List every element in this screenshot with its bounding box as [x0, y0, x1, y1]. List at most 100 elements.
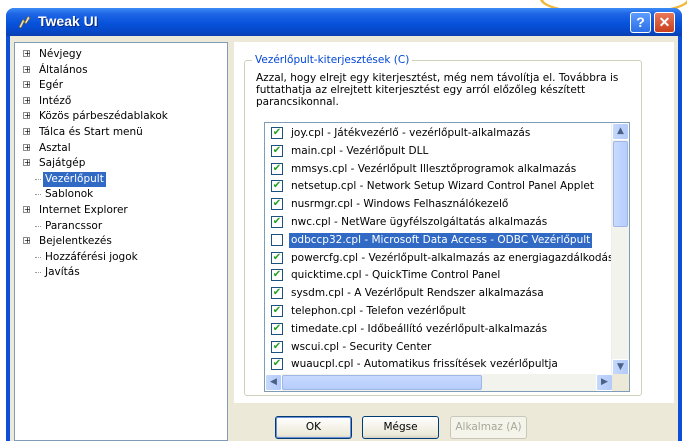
tree-item[interactable]: Hozzáférési jogok: [15, 250, 227, 265]
window-title: Tweak UI: [38, 13, 98, 29]
tree-connector: [35, 225, 41, 227]
extension-checkbox[interactable]: ✔: [271, 305, 283, 317]
expand-icon[interactable]: +: [23, 50, 31, 58]
extension-checkbox[interactable]: ✔: [271, 180, 283, 193]
tree-item[interactable]: + Internet Explorer: [15, 203, 227, 218]
list-item[interactable]: ✔ joy.cpl - Játékvezérlő - vezérlőpult-al…: [265, 125, 613, 142]
scroll-left-button[interactable]: ◀: [265, 374, 282, 391]
close-button[interactable]: ✕: [654, 12, 675, 33]
extension-checkbox[interactable]: ✔: [271, 127, 283, 139]
tree-item[interactable]: + Egér: [15, 78, 227, 93]
expand-icon[interactable]: +: [23, 96, 31, 104]
extensions-list[interactable]: ✔ joy.cpl - Játékvezérlő - vezérlőpult-al…: [264, 122, 630, 392]
tree-item[interactable]: Javítás: [15, 265, 227, 280]
tree-item[interactable]: Vezérlőpult: [15, 171, 227, 187]
vertical-scroll-thumb[interactable]: [613, 141, 628, 227]
horizontal-scroll-thumb[interactable]: [282, 375, 482, 390]
category-tree[interactable]: + Névjegy + Általános + Egér + Intéző + Közös pár…: [14, 42, 228, 441]
tree-item-label: Egér: [39, 79, 64, 92]
chevron-up-icon: ▲: [617, 126, 624, 136]
expand-icon[interactable]: +: [23, 65, 31, 73]
list-item[interactable]: ✔ wscui.cpl - Security Center: [265, 339, 613, 356]
list-item-label: powercfg.cpl - Vezérlőpult-alkalmazás az…: [291, 251, 630, 264]
chevron-down-icon: ▼: [617, 362, 624, 372]
list-item[interactable]: ✔ telephon.cpl - Telefon vezérlőpult: [265, 303, 613, 320]
expand-icon[interactable]: +: [23, 128, 31, 136]
tweak-ui-app-icon: [18, 15, 31, 29]
title-bar[interactable]: Tweak UI ? ✕: [6, 8, 682, 36]
extension-checkbox[interactable]: ✔: [271, 162, 283, 175]
extension-checkbox[interactable]: ✔: [271, 251, 283, 264]
horizontal-scrollbar[interactable]: ◀ ▶: [265, 374, 613, 391]
tree-item-label: Sablonok: [45, 188, 94, 201]
tree-connector: [35, 256, 41, 258]
extension-checkbox[interactable]: [271, 233, 283, 246]
tree-item[interactable]: + Bejelentkezés: [15, 234, 227, 249]
list-item-label: timedate.cpl - Időbeállító vezérlőpult-a…: [291, 322, 548, 335]
vertical-scrollbar[interactable]: ▲ ▼: [611, 123, 629, 376]
scroll-up-button[interactable]: ▲: [612, 123, 629, 140]
tree-item[interactable]: Sablonok: [15, 187, 227, 202]
cancel-button[interactable]: Mégse: [362, 416, 439, 439]
chevron-left-icon: ◀: [270, 377, 277, 387]
apply-button[interactable]: Alkalmaz (A): [450, 416, 527, 439]
tweak-ui-window: Tweak UI ? ✕ + Névjegy + Általános + Egér + Int…: [6, 8, 682, 441]
list-item[interactable]: ✔ powercfg.cpl - Vezérlőpult-alkalmazás a…: [265, 250, 629, 267]
help-button[interactable]: ?: [630, 12, 651, 33]
extension-checkbox[interactable]: ✔: [271, 144, 283, 157]
tree-item[interactable]: + Tálca és Start menü: [15, 125, 227, 140]
expand-icon[interactable]: +: [23, 81, 31, 89]
tree-item[interactable]: + Közös párbeszédablakok: [15, 109, 227, 124]
list-item-label: odbccp32.cpl - Microsoft Data Access - O…: [289, 232, 593, 248]
scroll-right-button[interactable]: ▶: [596, 374, 613, 391]
extension-checkbox[interactable]: ✔: [271, 216, 283, 228]
tree-item-label: Intéző: [39, 94, 72, 107]
tree-item-label: Sajátgép: [39, 157, 86, 170]
extension-checkbox[interactable]: ✔: [271, 340, 283, 353]
tree-item-label: Javítás: [45, 266, 80, 279]
list-item[interactable]: ✔ nwc.cpl - NetWare ügyfélszolgáltatás al…: [265, 214, 613, 231]
expand-icon[interactable]: +: [23, 112, 31, 120]
list-item[interactable]: ✔ main.cpl - Vezérlőpult DLL: [265, 143, 613, 160]
extension-checkbox[interactable]: ✔: [271, 287, 283, 300]
extension-checkbox[interactable]: ✔: [271, 198, 283, 211]
expand-icon[interactable]: +: [23, 206, 31, 214]
extension-checkbox[interactable]: ✔: [271, 322, 283, 335]
scrollbar-corner: [612, 374, 629, 391]
extension-checkbox[interactable]: ✔: [271, 358, 283, 371]
expand-icon[interactable]: +: [23, 237, 31, 245]
tree-item[interactable]: + Sajátgép: [15, 156, 227, 171]
list-item-label: nwc.cpl - NetWare ügyfélszolgáltatás alk…: [291, 216, 548, 228]
list-item-label: wuaucpl.cpl - Automatikus frissítések ve…: [291, 358, 558, 371]
list-item[interactable]: odbccp32.cpl - Microsoft Data Access - O…: [265, 232, 613, 249]
ok-button[interactable]: OK: [275, 416, 352, 439]
tree-item-label: Vezérlőpult: [43, 171, 106, 187]
expand-icon[interactable]: +: [23, 143, 31, 151]
list-item[interactable]: ✔ wuaucpl.cpl - Automatikus frissítések v…: [265, 356, 613, 373]
tree-item-label: Általános: [39, 63, 88, 76]
tree-item-label: Parancssor: [45, 219, 103, 232]
list-item[interactable]: ✔ sysdm.cpl - A Vezérlőpult Rendszer alka…: [265, 285, 613, 302]
tree-item[interactable]: + Általános: [15, 63, 227, 78]
tree-item[interactable]: + Intéző: [15, 94, 227, 109]
dialog-client-area: + Névjegy + Általános + Egér + Intéző + Közös pár…: [10, 36, 678, 441]
list-item-label: main.cpl - Vezérlőpult DLL: [291, 144, 429, 157]
groupbox-title: Vezérlőpult-kiterjesztések (C): [252, 54, 413, 66]
list-item[interactable]: ✔ timedate.cpl - Időbeállító vezérlőpult-…: [265, 321, 613, 338]
expand-icon[interactable]: +: [23, 159, 31, 167]
list-item[interactable]: ✔ mmsys.cpl - Vezérlőpult Illesztőprogram…: [265, 161, 613, 178]
tree-connector: [35, 272, 41, 274]
tree-item-label: Asztal: [39, 141, 71, 154]
list-item-label: joy.cpl - Játékvezérlő - vezérlőpult-alk…: [291, 127, 531, 139]
list-item[interactable]: ✔ quicktime.cpl - QuickTime Control Panel: [265, 267, 613, 284]
tree-item-label: Névjegy: [39, 48, 82, 60]
list-item[interactable]: ✔ netsetup.cpl - Network Setup Wizard Con…: [265, 178, 613, 195]
tree-item[interactable]: + Névjegy: [15, 47, 227, 62]
tree-connector: [35, 194, 41, 196]
tree-item[interactable]: + Asztal: [15, 141, 227, 156]
list-item-label: quicktime.cpl - QuickTime Control Panel: [291, 269, 501, 282]
tree-item[interactable]: Parancssor: [15, 219, 227, 234]
extension-checkbox[interactable]: ✔: [271, 269, 283, 282]
tree-item-label: Tálca és Start menü: [39, 126, 143, 138]
list-item[interactable]: ✔ nusrmgr.cpl - Windows Felhasználókezelő: [265, 196, 613, 213]
